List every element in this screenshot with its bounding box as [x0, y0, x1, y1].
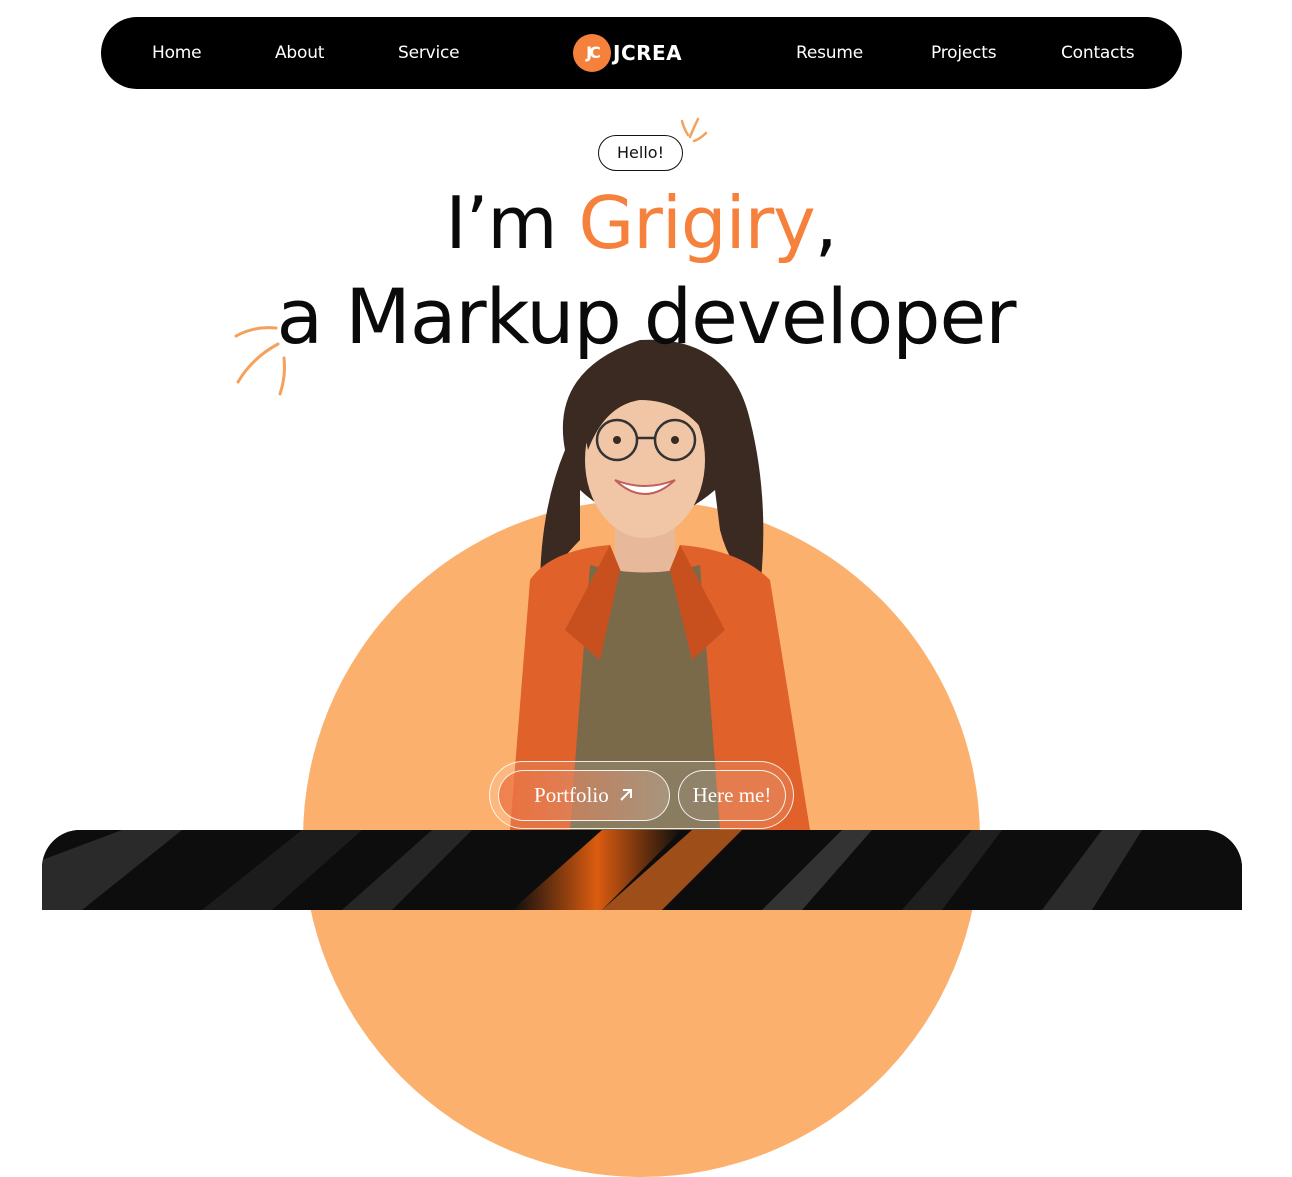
nav-link-projects[interactable]: Projects: [931, 17, 997, 89]
sparkle-icon: [680, 117, 708, 143]
headline-comma: ,: [814, 181, 838, 265]
greeting-badge: Hello!: [598, 135, 683, 171]
nav-link-service[interactable]: Service: [398, 17, 460, 89]
headline-line-2: a Markup developer: [276, 272, 1017, 361]
brand-logo[interactable]: JC JCREA: [573, 34, 682, 72]
arrow-up-right-icon: [620, 789, 632, 801]
headline-line-1: I’m Grigiry,: [0, 178, 1287, 268]
nav-link-about[interactable]: About: [275, 17, 324, 89]
headline-prefix: I’m: [445, 181, 579, 265]
top-navigation: Home About Service JC JCREA Resume Proje…: [101, 17, 1182, 89]
dark-feature-banner: [42, 830, 1242, 910]
portrait-image: [510, 339, 810, 830]
portfolio-button-label: Portfolio: [534, 783, 609, 807]
nav-link-contacts[interactable]: Contacts: [1061, 17, 1135, 89]
logo-mark: JC: [573, 34, 611, 72]
logo-text: JCREA: [613, 41, 683, 65]
hire-me-button[interactable]: Here me!: [678, 770, 786, 821]
portfolio-button[interactable]: Portfolio: [498, 770, 670, 821]
nav-link-home[interactable]: Home: [152, 17, 202, 89]
nav-link-resume[interactable]: Resume: [796, 17, 863, 89]
abstract-wave-image: [42, 830, 1242, 910]
cta-button-group: Portfolio Here me!: [489, 761, 794, 829]
headline-name: Grigiry: [578, 181, 815, 265]
